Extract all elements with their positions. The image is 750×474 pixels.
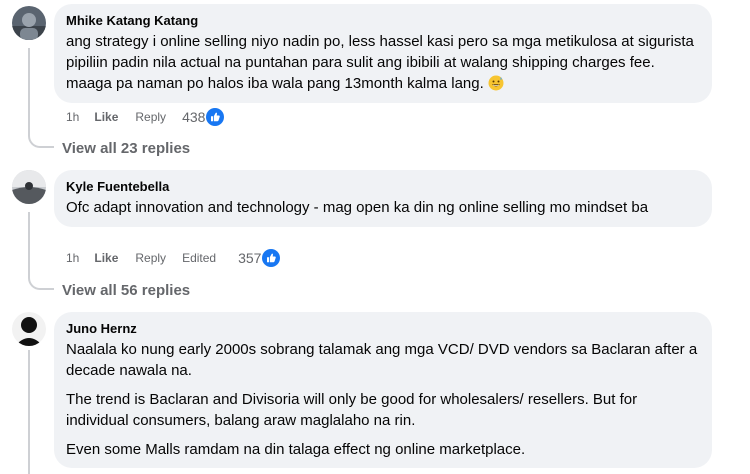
comment-text: ang strategy i online selling niyo nadin… [66, 31, 700, 94]
comment-paragraph: Ofc adapt innovation and technology - ma… [66, 199, 649, 216]
comment-paragraph: ang strategy i online selling niyo nadin… [66, 33, 694, 92]
avatar[interactable] [12, 170, 46, 204]
comment-paragraph: Naalala ko nung early 2000s sobrang tala… [66, 341, 698, 379]
comment-bubble: Kyle Fuentebella Ofc adapt innovation an… [54, 170, 712, 227]
comment-paragraph: Even some Malls ramdam na din talaga eff… [66, 441, 526, 458]
thread-connector [28, 262, 54, 290]
thread-connector [28, 118, 54, 148]
comment-bubble: Juno Hernz Naalala ko nung early 2000s s… [54, 312, 712, 468]
comment-actions: 1h Like Reply Edited 357 [66, 248, 281, 268]
comment-paragraph: The trend is Baclaran and Divisoria will… [66, 391, 638, 429]
avatar[interactable] [12, 6, 46, 40]
like-button[interactable]: Like [94, 110, 118, 124]
thread-line [28, 48, 30, 128]
view-replies-link[interactable]: View all 23 replies [62, 139, 190, 159]
comment-bubble: Mhike Katang Katang ang strategy i onlin… [54, 4, 712, 103]
view-replies-link[interactable]: View all 56 replies [62, 281, 190, 301]
thread-line [28, 350, 30, 474]
comment-text: Ofc adapt innovation and technology - ma… [66, 197, 700, 218]
comment-time[interactable]: 1h [66, 110, 79, 124]
reply-button[interactable]: Reply [135, 110, 166, 124]
like-reaction-icon[interactable] [206, 108, 225, 126]
avatar[interactable] [12, 312, 46, 346]
grinning-sweat-emoji-icon [488, 75, 504, 91]
comment-text: Naalala ko nung early 2000s sobrang tala… [66, 339, 700, 460]
reaction-count[interactable]: 357 [238, 250, 261, 266]
reply-button[interactable]: Reply [135, 251, 166, 265]
like-reaction-icon[interactable] [262, 249, 281, 267]
comment-author[interactable]: Kyle Fuentebella [66, 178, 700, 195]
reaction-count[interactable]: 438 [182, 109, 205, 125]
comment-time[interactable]: 1h [66, 251, 79, 265]
comment-actions: 1h Like Reply 438 [66, 107, 225, 127]
comment-author[interactable]: Mhike Katang Katang [66, 12, 700, 29]
edited-label[interactable]: Edited [182, 251, 216, 265]
like-button[interactable]: Like [94, 251, 118, 265]
comment-author[interactable]: Juno Hernz [66, 320, 700, 337]
